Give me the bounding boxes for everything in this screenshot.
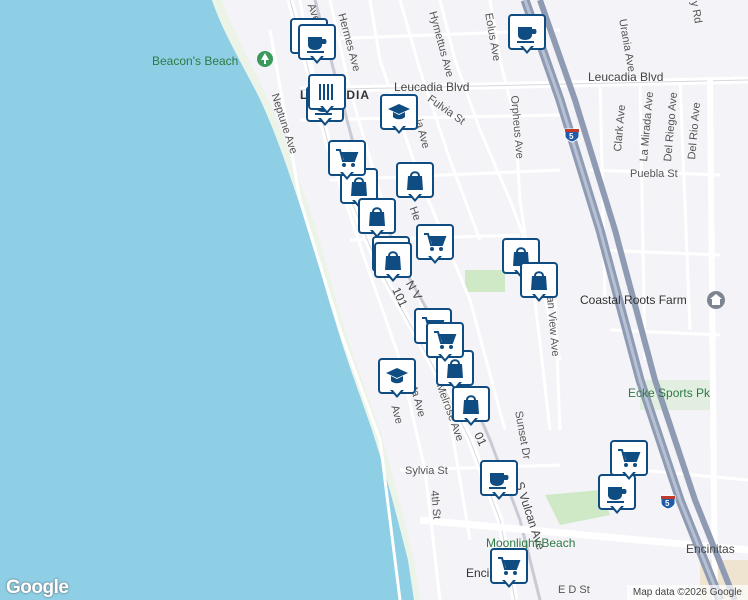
marker-grocery[interactable] (610, 440, 648, 480)
marker-tail-inner (466, 417, 476, 423)
marker-shop[interactable] (396, 162, 434, 202)
marker-grocery[interactable] (426, 322, 464, 362)
coffee-icon (307, 37, 327, 53)
marker-coffee[interactable] (298, 24, 336, 64)
marker-tail-inner (534, 293, 544, 299)
coffee-icon (517, 27, 537, 43)
interstate-shield: 5 (660, 494, 676, 510)
marker-tail-inner (320, 117, 330, 123)
grocery-icon (424, 233, 447, 251)
shop-icon (407, 171, 423, 190)
grocery-icon (434, 331, 457, 349)
marker-grocery[interactable] (328, 140, 366, 180)
marker-tail-inner (612, 505, 622, 511)
marker-coffee[interactable] (508, 14, 546, 54)
marker-tail-inner (372, 229, 382, 235)
marker-tail-inner (494, 491, 504, 497)
place-label-beacons-beach: Beacon's Beach (152, 54, 239, 68)
street-label: 4th St (428, 490, 443, 520)
coffee-icon (607, 487, 627, 503)
grocery-icon (498, 557, 521, 575)
farm-pin-icon[interactable] (706, 290, 726, 313)
grocery-icon (618, 449, 641, 467)
restaurant-icon (319, 84, 333, 100)
street-label: Sylvia St (405, 465, 448, 477)
street-label: Puebla St (630, 168, 678, 180)
street-label: E D St (558, 584, 590, 596)
marker-tail-inner (440, 353, 450, 359)
map-attribution[interactable]: Map data ©2026 Google (626, 585, 748, 600)
marker-tail-inner (392, 389, 402, 395)
marker-coffee[interactable] (480, 460, 518, 500)
street-label: Encinitas (686, 542, 735, 556)
marker-tail-inner (322, 105, 332, 111)
shop-icon (369, 207, 385, 226)
marker-school[interactable] (378, 358, 416, 398)
park-area (465, 270, 505, 292)
google-logo: Google (6, 577, 69, 598)
shop-icon (531, 271, 547, 290)
marker-tail-inner (522, 45, 532, 51)
grocery-icon (336, 149, 359, 167)
marker-shop[interactable] (374, 242, 412, 282)
marker-tail-inner (394, 125, 404, 131)
marker-shop[interactable] (452, 386, 490, 426)
school-icon (386, 368, 408, 384)
marker-shop[interactable] (358, 198, 396, 238)
shield-number: 5 (665, 499, 670, 508)
marker-tail-inner (312, 55, 322, 61)
marker-tail-inner (504, 579, 514, 585)
marker-grocery[interactable] (490, 548, 528, 588)
shop-icon (463, 395, 479, 414)
marker-tail-inner (388, 273, 398, 279)
marker-shop[interactable] (520, 262, 558, 302)
park-pin-icon[interactable] (256, 50, 274, 71)
marker-school[interactable] (380, 94, 418, 134)
place-label-ecke-sports-pk: Ecke Sports Pk (628, 386, 711, 400)
marker-tail-inner (430, 255, 440, 261)
interstate-shield: 5 (564, 127, 580, 143)
marker-tail-inner (342, 171, 352, 177)
place-label-coastal-roots-farm: Coastal Roots Farm (580, 293, 687, 307)
marker-tail-inner (410, 193, 420, 199)
marker-grocery[interactable] (416, 224, 454, 264)
marker-restaurant[interactable] (308, 74, 346, 114)
marker-tail-inner (624, 471, 634, 477)
school-icon (388, 104, 410, 120)
coffee-icon (489, 473, 509, 489)
shield-number: 5 (569, 132, 574, 141)
shop-icon (385, 251, 401, 270)
